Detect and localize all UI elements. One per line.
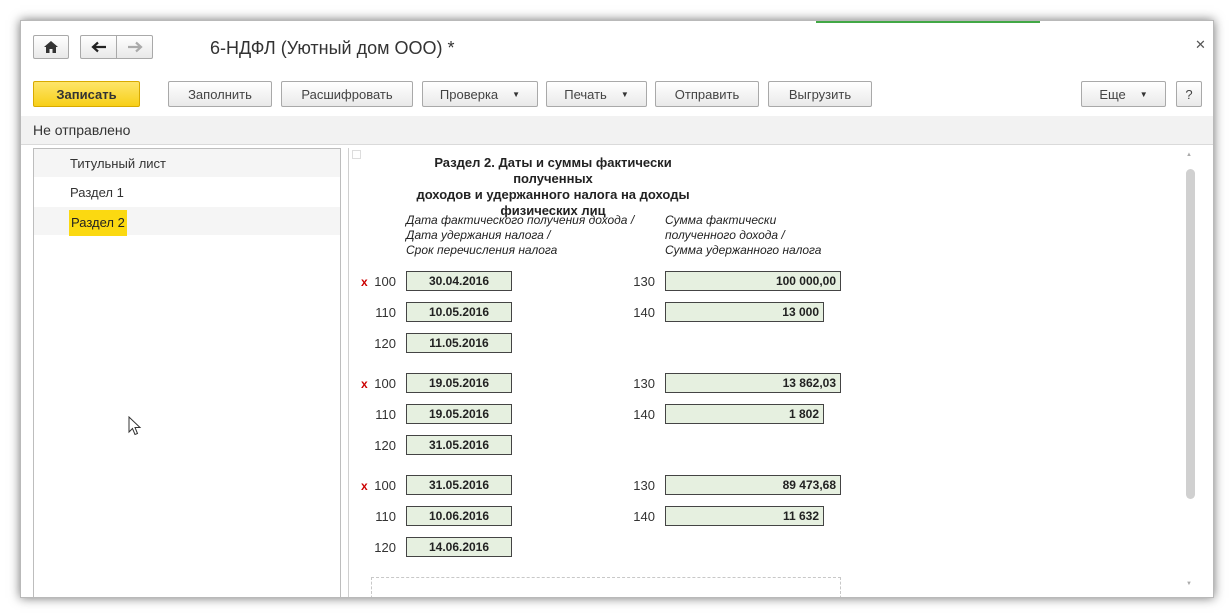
sections-list: Титульный лист Раздел 1 Раздел 2 — [33, 148, 341, 597]
line-code-130: 130 — [633, 274, 655, 289]
arrow-right-icon — [127, 41, 143, 53]
transfer-deadline-field[interactable]: 14.06.2016 — [406, 537, 512, 557]
print-dropdown-button[interactable]: Печать ▼ — [546, 81, 647, 107]
section-heading-line-1: Раздел 2. Даты и суммы фактически получе… — [434, 155, 672, 186]
required-marker: x — [361, 275, 368, 289]
save-button[interactable]: Записать — [33, 81, 140, 107]
line-code-100: 100 — [374, 478, 396, 493]
forward-button[interactable] — [116, 35, 153, 59]
status-text: Не отправлено — [33, 122, 131, 138]
back-button[interactable] — [80, 35, 117, 59]
print-button-label: Печать — [564, 86, 607, 102]
mouse-cursor-icon — [128, 416, 142, 436]
tax-withheld-field[interactable]: 11 632 — [665, 506, 824, 526]
tax-withheld-field[interactable]: 1 802 — [665, 404, 824, 424]
dates-header-line-2: Дата удержания налога / — [406, 228, 551, 242]
check-dropdown-button[interactable]: Проверка ▼ — [422, 81, 538, 107]
transfer-deadline-field[interactable]: 11.05.2016 — [406, 333, 512, 353]
sidebar-item-label: Раздел 2 — [69, 210, 127, 236]
line-code-120: 120 — [374, 540, 396, 555]
sidebar-item-label: Титульный лист — [70, 156, 167, 171]
more-dropdown-button[interactable]: Еще ▼ — [1081, 81, 1166, 107]
sidebar-item-label: Раздел 1 — [70, 185, 124, 200]
export-button[interactable]: Выгрузить — [768, 81, 872, 107]
window-title: 6-НДФЛ (Уютный дом ООО) * — [210, 38, 455, 58]
tax-withheld-field[interactable]: 13 000 — [665, 302, 824, 322]
home-icon — [44, 41, 58, 53]
transfer-deadline-field[interactable]: 31.05.2016 — [406, 435, 512, 455]
line-code-100: 100 — [374, 376, 396, 391]
dates-column-header: Дата фактического получения дохода / Дат… — [406, 213, 634, 258]
amounts-column-header: Сумма фактически полученного дохода / Су… — [665, 213, 821, 258]
more-button-label: Еще — [1099, 86, 1126, 102]
arrow-left-icon — [90, 41, 106, 53]
dates-header-line-1: Дата фактического получения дохода / — [406, 213, 635, 227]
section-heading: Раздел 2. Даты и суммы фактически получе… — [393, 155, 713, 219]
income-amount-field[interactable]: 89 473,68 — [665, 475, 841, 495]
fill-button[interactable]: Заполнить — [168, 81, 272, 107]
income-amount-field[interactable]: 100 000,00 — [665, 271, 841, 291]
income-amount-field[interactable]: 13 862,03 — [665, 373, 841, 393]
dates-header-line-3: Срок перечисления налога — [406, 243, 558, 257]
required-marker: x — [361, 377, 368, 391]
document-window: 6-НДФЛ (Уютный дом ООО) * ✕ Записать Зап… — [20, 20, 1214, 598]
sidebar-item-section-1[interactable]: Раздел 1 — [34, 178, 340, 206]
close-icon[interactable]: ✕ — [1195, 37, 1206, 53]
send-button[interactable]: Отправить — [655, 81, 759, 107]
line-code-120: 120 — [374, 438, 396, 453]
date-withheld-field[interactable]: 19.05.2016 — [406, 404, 512, 424]
date-withheld-field[interactable]: 10.05.2016 — [406, 302, 512, 322]
required-marker: x — [361, 479, 368, 493]
help-button[interactable]: ? — [1176, 81, 1202, 107]
amounts-header-line-3: Сумма удержанного налога — [665, 243, 822, 257]
date-received-field[interactable]: 30.04.2016 — [406, 271, 512, 291]
line-code-120: 120 — [374, 336, 396, 351]
line-code-140: 140 — [633, 509, 655, 524]
home-button[interactable] — [33, 35, 69, 59]
scroll-up-icon[interactable]: ▲ — [1186, 152, 1192, 158]
decode-button[interactable]: Расшифровать — [281, 81, 413, 107]
active-indicator — [816, 21, 1040, 23]
sidebar-item-section-2[interactable]: Раздел 2 — [34, 207, 340, 236]
dropdown-arrow-icon: ▼ — [1139, 89, 1148, 99]
date-received-field[interactable]: 31.05.2016 — [406, 475, 512, 495]
line-code-110: 110 — [375, 305, 396, 320]
line-code-100: 100 — [374, 274, 396, 289]
date-withheld-field[interactable]: 10.06.2016 — [406, 506, 512, 526]
date-received-field[interactable]: 19.05.2016 — [406, 373, 512, 393]
line-code-140: 140 — [633, 305, 655, 320]
corner-marker — [352, 150, 361, 159]
amounts-header-line-1: Сумма фактически — [665, 213, 777, 227]
line-code-140: 140 — [633, 407, 655, 422]
dropdown-arrow-icon: ▼ — [512, 89, 521, 99]
line-code-130: 130 — [633, 478, 655, 493]
dropdown-arrow-icon: ▼ — [620, 89, 629, 99]
line-code-130: 130 — [633, 376, 655, 391]
amounts-header-line-2: полученного дохода / — [665, 228, 785, 242]
next-block-placeholder — [371, 577, 841, 597]
check-button-label: Проверка — [439, 86, 499, 102]
line-code-110: 110 — [375, 407, 396, 422]
status-bar: Не отправлено — [21, 116, 1213, 145]
sidebar-item-title-page[interactable]: Титульный лист — [34, 149, 340, 177]
scrollbar-thumb[interactable] — [1186, 169, 1195, 499]
scroll-down-icon[interactable]: ▼ — [1186, 581, 1192, 587]
line-code-110: 110 — [375, 509, 396, 524]
